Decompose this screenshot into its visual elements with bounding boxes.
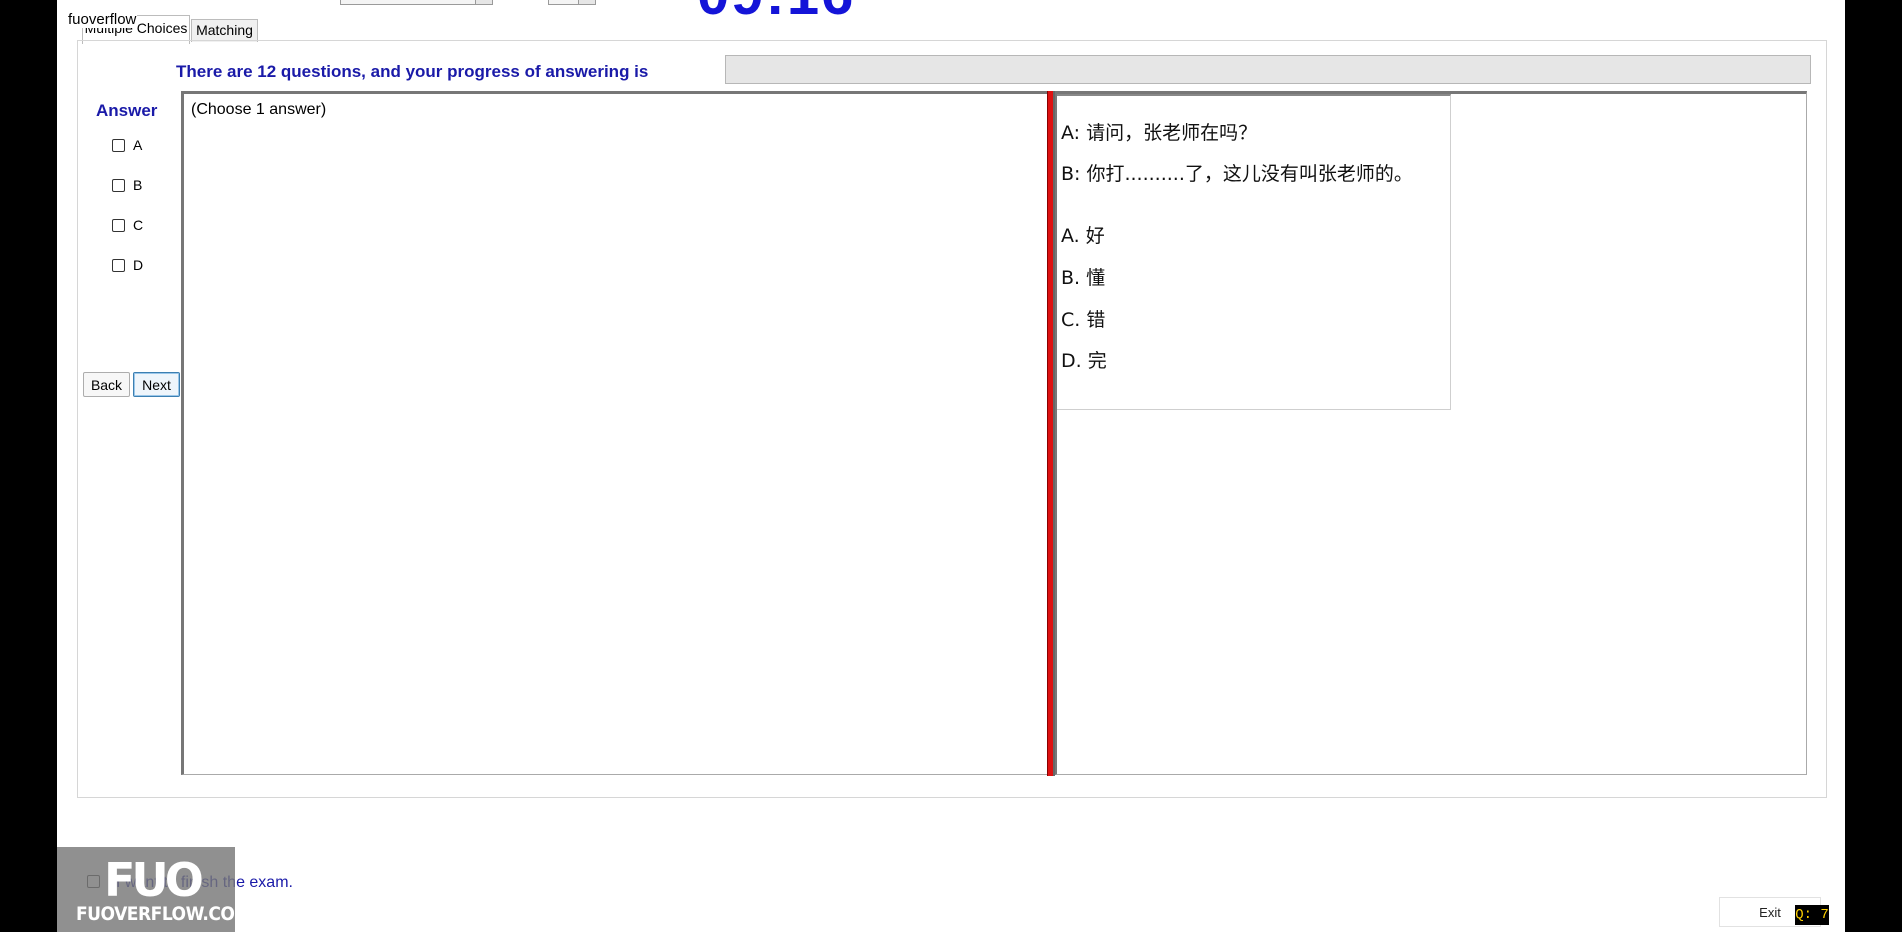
question-instruction: (Choose 1 answer) — [191, 101, 327, 118]
answer-option-a[interactable]: A — [112, 137, 142, 153]
tab-matching[interactable]: Matching — [191, 19, 258, 42]
checkbox[interactable] — [112, 258, 125, 272]
question-image-box: A: 请问，张老师在吗？ B: 你打..........了，这儿没有叫张老师的。… — [1057, 94, 1451, 410]
combo-box-stub-small[interactable] — [548, 0, 596, 5]
fuoverflow-logo: FUO FUOVERFLOW.COM — [57, 847, 251, 932]
choice-a: A. 好 — [1061, 225, 1105, 247]
back-button[interactable]: Back — [83, 372, 130, 397]
combo-box-stub[interactable] — [340, 0, 493, 5]
choice-b: B. 懂 — [1061, 267, 1106, 289]
choice-c: C. 错 — [1061, 309, 1106, 331]
watermark-text: fuoverflow — [67, 11, 138, 28]
option-label: A — [133, 137, 143, 153]
dialog-line-a: A: 请问，张老师在吗？ — [1061, 122, 1258, 144]
answer-option-c[interactable]: C — [112, 217, 143, 233]
next-button[interactable]: Next — [133, 372, 180, 397]
checkbox[interactable] — [112, 218, 125, 232]
progress-bar — [725, 55, 1811, 84]
progress-label: There are 12 questions, and your progres… — [176, 62, 649, 81]
choice-d: D. 完 — [1061, 350, 1107, 372]
logo-text: FUOVERFLOW.COM — [76, 903, 251, 925]
checkbox[interactable] — [112, 178, 125, 192]
tab-label: Matching — [196, 22, 253, 38]
answer-option-d[interactable]: D — [112, 257, 143, 273]
panel-splitter[interactable] — [1047, 91, 1055, 776]
checkbox[interactable] — [112, 138, 125, 152]
answer-title: Answer — [96, 101, 158, 120]
exam-timer: 09:16 — [697, 0, 855, 24]
question-number-badge: Q: 7 — [1795, 905, 1829, 925]
question-content-panel[interactable]: A: 请问，张老师在吗？ B: 你打..........了，这儿没有叫张老师的。… — [1055, 91, 1807, 775]
answer-option-b[interactable]: B — [112, 177, 142, 193]
dialog-line-b: B: 你打..........了，这儿没有叫张老师的。 — [1061, 163, 1413, 185]
option-label: C — [133, 217, 144, 233]
option-label: B — [133, 177, 143, 193]
logo-mark: FUO — [104, 853, 204, 907]
question-panel[interactable]: (Choose 1 answer) — [181, 91, 1049, 775]
exam-window: 09:16 fuoverflow Multiple Choices Matchi… — [57, 0, 1845, 932]
option-label: D — [133, 257, 144, 273]
